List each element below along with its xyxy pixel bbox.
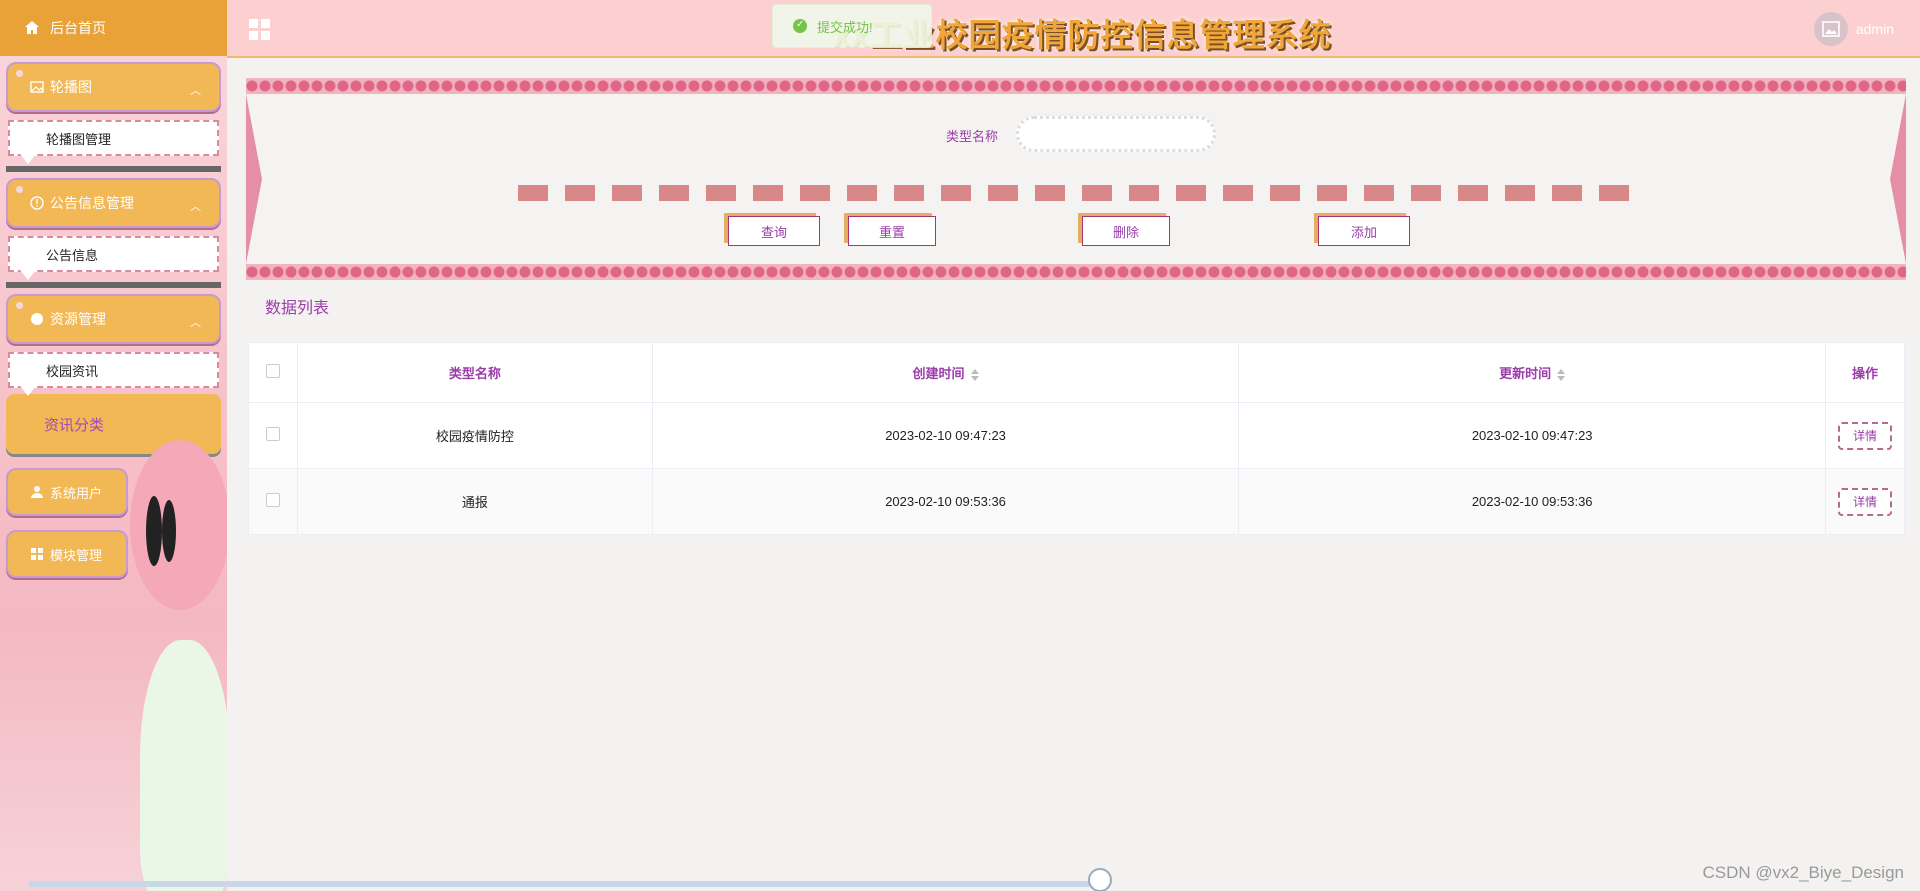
menu-grid-icon[interactable] bbox=[249, 19, 271, 41]
success-toast: 提交成功! bbox=[772, 4, 932, 48]
sidebar-item-label: 轮播图管理 bbox=[46, 131, 112, 147]
toast-message: 提交成功! bbox=[817, 19, 873, 35]
sidebar-group-label: 资源管理 bbox=[50, 311, 106, 327]
decor-dot bbox=[16, 70, 23, 77]
decor-side-triangle bbox=[246, 94, 262, 264]
row-select[interactable] bbox=[248, 468, 298, 535]
decor-dot bbox=[16, 186, 23, 193]
sidebar-group-label: 公告信息管理 bbox=[50, 195, 134, 211]
scrollbar-thumb[interactable] bbox=[1088, 868, 1112, 891]
username: admin bbox=[1855, 21, 1894, 37]
data-table: 类型名称 创建时间 更新时间 操作 校园疫情防控 2023-02-10 09:4… bbox=[248, 342, 1906, 535]
sidebar-group-resource: 资源管理 ︿ 校园资讯 bbox=[6, 294, 221, 396]
sidebar-item-label: 模块管理 bbox=[50, 547, 103, 563]
sidebar-item-carousel-manage[interactable]: 轮播图管理 bbox=[8, 120, 219, 164]
user-menu[interactable]: admin bbox=[1813, 12, 1894, 46]
divider bbox=[6, 282, 221, 288]
sidebar-group-title[interactable]: 资源管理 ︿ bbox=[6, 294, 221, 344]
decor-pig-eye bbox=[162, 500, 176, 562]
sort-icon[interactable] bbox=[1557, 369, 1565, 381]
sidebar-group-notice: 公告信息管理 ︿ 公告信息 bbox=[6, 178, 221, 288]
header: xx工业校园疫情防控信息管理系统 提交成功! admin bbox=[227, 0, 1920, 58]
cell-type-name: 通报 bbox=[296, 468, 653, 535]
header-select-all[interactable] bbox=[248, 342, 298, 403]
type-name-input[interactable] bbox=[1016, 116, 1216, 152]
image-icon bbox=[30, 81, 44, 93]
decor-dot bbox=[16, 302, 23, 309]
type-name-label: 类型名称 bbox=[946, 129, 999, 144]
decor-dashed-divider bbox=[518, 185, 1638, 201]
check-circle-icon bbox=[793, 19, 807, 33]
column-header-action: 操作 bbox=[1824, 342, 1906, 403]
sort-icon[interactable] bbox=[971, 369, 979, 381]
table-header-row: 类型名称 创建时间 更新时间 操作 bbox=[248, 342, 1906, 403]
decor-bead-border bbox=[246, 78, 1906, 94]
reset-button[interactable]: 重置 bbox=[848, 216, 936, 246]
sidebar-group-label: 轮播图 bbox=[50, 79, 92, 95]
sidebar-item-label: 公告信息 bbox=[46, 247, 99, 263]
sidebar-item-label: 校园资讯 bbox=[46, 363, 99, 379]
column-header-type-name: 类型名称 bbox=[296, 342, 653, 403]
cell-type-name: 校园疫情防控 bbox=[296, 402, 653, 469]
decor-bead-border bbox=[246, 264, 1906, 280]
checkbox[interactable] bbox=[265, 427, 280, 441]
cell-updated: 2023-02-10 09:47:23 bbox=[1238, 402, 1826, 469]
cell-updated: 2023-02-10 09:53:36 bbox=[1238, 468, 1826, 535]
add-button[interactable]: 添加 bbox=[1318, 216, 1410, 246]
search-panel: 类型名称 查询 重置 删除 添加 bbox=[246, 78, 1906, 280]
column-header-updated[interactable]: 更新时间 bbox=[1238, 342, 1826, 403]
checkbox[interactable] bbox=[265, 493, 280, 507]
decor-pig-ear bbox=[130, 440, 227, 610]
watermark: CSDN @vx2_Biye_Design bbox=[1702, 863, 1904, 882]
sidebar-item-label: 系统用户 bbox=[50, 485, 103, 501]
info-icon bbox=[30, 196, 44, 210]
query-button[interactable]: 查询 bbox=[728, 216, 820, 246]
sidebar-item-label: 资讯分类 bbox=[44, 416, 105, 434]
delete-button[interactable]: 删除 bbox=[1082, 216, 1170, 246]
sidebar-item-campus-news[interactable]: 校园资讯 bbox=[8, 352, 219, 396]
sidebar-item-module-manage[interactable]: 模块管理 bbox=[6, 530, 128, 578]
cell-created: 2023-02-10 09:53:36 bbox=[651, 468, 1240, 535]
cell-created: 2023-02-10 09:47:23 bbox=[651, 402, 1240, 469]
row-select[interactable] bbox=[248, 402, 298, 469]
sidebar-home-label: 后台首页 bbox=[50, 20, 106, 36]
table-row: 校园疫情防控 2023-02-10 09:47:23 2023-02-10 09… bbox=[248, 402, 1906, 469]
sidebar: 后台首页 轮播图 ︿ 轮播图管理 公告信息管理 ︿ 公告信息 资源管理 ︿ 校园… bbox=[0, 0, 227, 891]
sidebar-home[interactable]: 后台首页 bbox=[0, 0, 227, 56]
sidebar-item-system-users[interactable]: 系统用户 bbox=[6, 468, 128, 516]
cell-action: 详情 bbox=[1824, 402, 1906, 469]
decor-side-triangle bbox=[1890, 94, 1906, 264]
sidebar-group-carousel: 轮播图 ︿ 轮播图管理 bbox=[6, 62, 221, 172]
sidebar-group-title[interactable]: 轮播图 ︿ bbox=[6, 62, 221, 112]
chevron-up-icon: ︿ bbox=[190, 317, 201, 329]
decor-bulb bbox=[140, 640, 227, 891]
data-list-title: 数据列表 bbox=[265, 300, 330, 317]
decor-pig-eye bbox=[146, 496, 162, 566]
detail-button[interactable]: 详情 bbox=[1837, 487, 1892, 516]
detail-button[interactable]: 详情 bbox=[1837, 421, 1892, 450]
chevron-up-icon: ︿ bbox=[190, 85, 201, 97]
globe-icon bbox=[31, 313, 43, 325]
divider bbox=[6, 166, 221, 172]
horizontal-scrollbar[interactable] bbox=[28, 881, 1098, 887]
avatar bbox=[1813, 12, 1848, 46]
chevron-up-icon: ︿ bbox=[190, 201, 201, 213]
checkbox[interactable] bbox=[265, 364, 280, 378]
table-row: 通报 2023-02-10 09:53:36 2023-02-10 09:53:… bbox=[248, 468, 1906, 535]
sidebar-group-title[interactable]: 公告信息管理 ︿ bbox=[6, 178, 221, 228]
picture-icon bbox=[1822, 21, 1840, 37]
grid-icon bbox=[31, 548, 43, 560]
column-header-created[interactable]: 创建时间 bbox=[651, 342, 1240, 403]
cell-action: 详情 bbox=[1824, 468, 1906, 535]
sidebar-item-notice[interactable]: 公告信息 bbox=[8, 236, 219, 280]
home-icon bbox=[25, 21, 39, 34]
user-icon bbox=[31, 486, 43, 498]
